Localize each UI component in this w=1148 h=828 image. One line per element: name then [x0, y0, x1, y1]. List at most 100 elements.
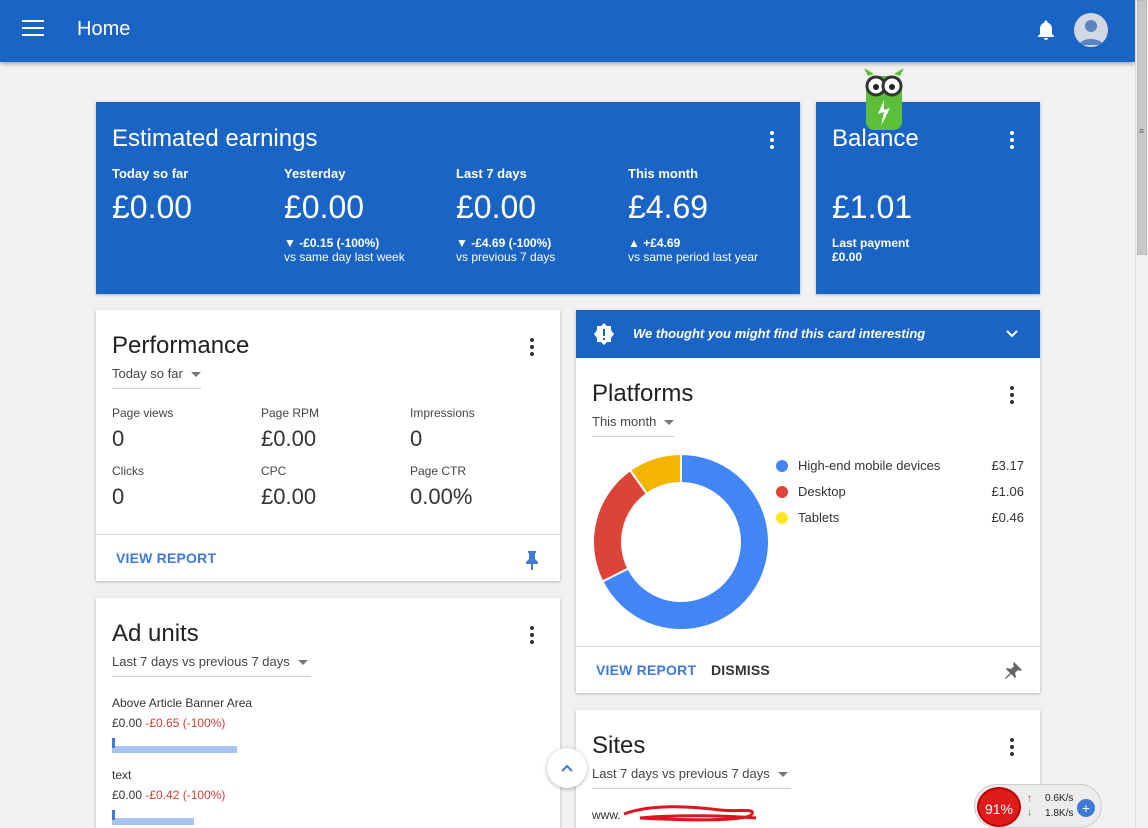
redaction-scribble — [620, 804, 760, 828]
view-report-button[interactable]: VIEW REPORT — [596, 662, 696, 678]
legend-label: Desktop — [798, 484, 846, 499]
scroll-to-top-button[interactable] — [547, 748, 587, 788]
network-speed-widget[interactable]: 91% ↑ ↓ 0.6K/s 1.8K/s + — [974, 784, 1102, 828]
ad-unit-bar — [112, 818, 194, 825]
suggestion-banner: We thought you might find this card inte… — [576, 310, 1040, 358]
metric-change: ▲ +£4.69 — [628, 236, 681, 250]
ad-unit-change: -£0.65 (-100%) — [145, 716, 226, 730]
more-options-icon[interactable] — [769, 131, 775, 149]
stat-page-rpm: Page RPM £0.00 — [261, 406, 401, 452]
chevron-down-icon[interactable] — [1004, 326, 1020, 347]
metric-last-7-days: Last 7 days £0.00 ▼ -£4.69 (-100%) vs pr… — [456, 166, 621, 264]
dropdown-label: This month — [592, 414, 657, 429]
menu-icon[interactable] — [22, 20, 44, 40]
stat-label: Page RPM — [261, 406, 320, 420]
metric-compare: vs previous 7 days — [456, 250, 556, 264]
more-options-icon[interactable] — [529, 338, 535, 356]
ad-unit-bar-marker — [112, 738, 115, 748]
upload-speed: 0.6K/s — [1045, 793, 1074, 804]
legend-label: High-end mobile devices — [798, 458, 941, 473]
stat-value: 0 — [112, 484, 125, 509]
dropdown-label: Last 7 days vs previous 7 days — [592, 766, 770, 781]
divider — [96, 534, 560, 535]
stat-label: Page views — [112, 406, 174, 420]
stat-page-ctr: Page CTR 0.00% — [410, 464, 550, 510]
metric-value: £4.69 — [628, 189, 709, 225]
ad-unit-value: £0.00 -£0.65 (-100%) — [112, 716, 225, 730]
stat-label: Page CTR — [410, 464, 467, 478]
metric-compare: vs same day last week — [284, 250, 405, 264]
ad-unit-amount: £0.00 — [112, 716, 143, 730]
stat-value: £0.00 — [261, 484, 317, 509]
chevron-down-icon — [297, 660, 308, 666]
mascot-icon — [854, 66, 914, 132]
legend-value: £3.17 — [991, 458, 1024, 473]
stat-page-views: Page views 0 — [112, 406, 252, 452]
metric-change: ▼ -£0.15 (-100%) — [284, 236, 380, 250]
stat-value: £0.00 — [261, 426, 317, 451]
ad-units-card: Ad units Last 7 days vs previous 7 days … — [96, 598, 560, 828]
legend-swatch — [776, 512, 788, 524]
ad-unit-bar — [112, 746, 237, 753]
download-speed: 1.8K/s — [1045, 808, 1074, 819]
donut-slice-desktop[interactable] — [592, 468, 649, 583]
ad-unit-name[interactable]: text — [112, 768, 131, 782]
platforms-title: Platforms — [592, 380, 694, 407]
platforms-card: We thought you might find this card inte… — [576, 310, 1040, 693]
sites-title: Sites — [592, 732, 646, 759]
dismiss-button[interactable]: DISMISS — [711, 662, 770, 678]
metric-label: Yesterday — [284, 166, 346, 181]
balance-metric: £1.01 Last payment £0.00 — [832, 166, 997, 264]
site-name[interactable]: www. — [592, 808, 621, 822]
sites-range-dropdown[interactable]: Last 7 days vs previous 7 days — [592, 766, 791, 789]
top-app-bar: Home — [0, 0, 1135, 62]
page-title: Home — [77, 18, 131, 40]
metric-value: £0.00 — [284, 189, 365, 225]
pin-icon[interactable] — [1003, 661, 1023, 686]
chevron-down-icon — [664, 420, 675, 426]
alert-icon — [592, 322, 616, 351]
metric-value: £0.00 — [112, 189, 193, 225]
more-options-icon[interactable] — [1009, 131, 1015, 149]
legend-swatch — [776, 486, 788, 498]
chevron-down-icon — [777, 772, 788, 778]
divider — [576, 646, 1040, 647]
chevron-down-icon — [190, 372, 201, 378]
suggestion-text: We thought you might find this card inte… — [633, 326, 926, 341]
ad-units-range-dropdown[interactable]: Last 7 days vs previous 7 days — [112, 654, 311, 677]
performance-title: Performance — [112, 332, 250, 359]
performance-card: Performance Today so far Page views 0 Pag… — [96, 310, 560, 581]
legend-label: Tablets — [798, 510, 840, 525]
metric-this-month: This month £4.69 ▲ +£4.69 vs same period… — [628, 166, 793, 264]
more-options-icon[interactable] — [1009, 738, 1015, 756]
balance-card: Balance £1.01 Last payment £0.00 — [816, 102, 1040, 294]
upload-arrow-icon: ↑ — [1027, 793, 1032, 804]
platforms-range-dropdown[interactable]: This month — [592, 414, 675, 437]
performance-range-dropdown[interactable]: Today so far — [112, 366, 201, 389]
platforms-donut-chart — [592, 452, 770, 631]
ad-unit-name[interactable]: Above Article Banner Area — [112, 696, 252, 710]
stat-impressions: Impressions 0 — [410, 406, 550, 452]
chevron-up-icon — [561, 764, 573, 772]
bell-icon[interactable] — [1034, 18, 1058, 42]
stat-cpc: CPC £0.00 — [261, 464, 401, 510]
legend-swatch — [776, 460, 788, 472]
pin-icon[interactable] — [524, 550, 540, 575]
stat-label: CPC — [261, 464, 287, 478]
ad-unit-bar-marker — [112, 810, 115, 820]
metric-change: ▼ -£4.69 (-100%) — [456, 236, 552, 250]
more-options-icon[interactable] — [529, 626, 535, 644]
view-report-button[interactable]: VIEW REPORT — [116, 550, 216, 566]
avatar[interactable] — [1074, 13, 1108, 47]
last-payment-value: £0.00 — [832, 250, 863, 264]
memory-percent-badge: 91% — [977, 787, 1021, 827]
stat-clicks: Clicks 0 — [112, 464, 252, 510]
stat-value: 0.00% — [410, 484, 473, 509]
metric-value: £0.00 — [456, 189, 537, 225]
plus-icon[interactable]: + — [1077, 799, 1095, 817]
scrollbar-grip-icon: ≡ — [1139, 126, 1145, 136]
legend-value: £1.06 — [991, 484, 1024, 499]
stat-label: Impressions — [410, 406, 475, 420]
more-options-icon[interactable] — [1009, 386, 1015, 404]
dropdown-label: Last 7 days vs previous 7 days — [112, 654, 290, 669]
